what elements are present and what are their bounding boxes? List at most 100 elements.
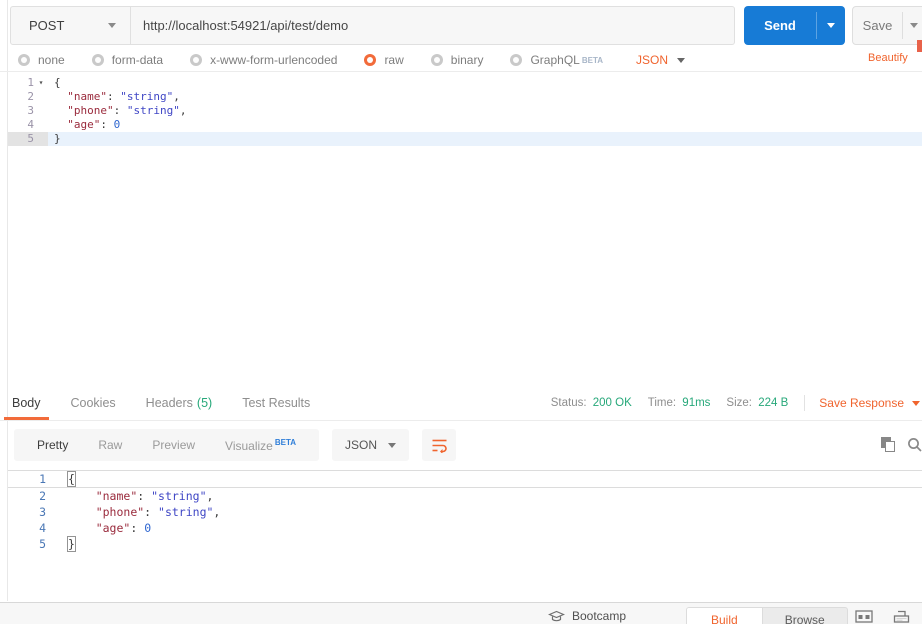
line-gutter: 4 bbox=[8, 520, 46, 536]
view-visualize[interactable]: Visualize BETA bbox=[210, 438, 311, 453]
save-label: Save bbox=[862, 18, 893, 33]
fold-toggle-icon[interactable]: ▾ bbox=[34, 76, 48, 90]
code-line-5[interactable]: 5} bbox=[8, 132, 922, 146]
code-line-5[interactable]: 5} bbox=[8, 536, 922, 552]
bootcamp-button[interactable]: Bootcamp bbox=[548, 609, 626, 623]
line-gutter: 2 bbox=[8, 488, 46, 504]
line-number: 2 bbox=[27, 90, 34, 103]
raw-language-select[interactable]: JSON bbox=[636, 53, 686, 67]
body-type-row: none form-data x-www-form-urlencoded raw… bbox=[18, 49, 686, 71]
body-type-form-data[interactable]: form-data bbox=[91, 53, 163, 67]
response-body-editor[interactable]: 1{2 "name": "string", 3 "phone": "string"… bbox=[8, 470, 922, 552]
beta-badge: BETA bbox=[274, 437, 297, 447]
tab-cookies[interactable]: Cookies bbox=[63, 386, 124, 420]
response-meta: Status: 200 OK Time: 91ms Size: 224 B Sa… bbox=[551, 386, 922, 420]
url-value: http://localhost:54921/api/test/demo bbox=[143, 18, 349, 33]
body-type-label: none bbox=[38, 53, 65, 67]
body-type-binary[interactable]: binary bbox=[430, 53, 484, 67]
beautify-link[interactable]: Beautify bbox=[868, 52, 908, 64]
code-text: { bbox=[67, 471, 76, 487]
view-raw[interactable]: Raw bbox=[83, 438, 137, 452]
body-type-x-www-form-urlencoded[interactable]: x-www-form-urlencoded bbox=[190, 53, 337, 67]
save-options-button[interactable] bbox=[903, 7, 922, 44]
save-response-label: Save Response bbox=[819, 396, 904, 410]
line-number: 1 bbox=[39, 472, 46, 486]
view-mode-segment: Pretty Raw Preview Visualize BETA bbox=[14, 429, 320, 461]
code-text: "name": "string", bbox=[95, 489, 214, 503]
tab-test-results[interactable]: Test Results bbox=[234, 386, 318, 420]
body-type-label: x-www-form-urlencoded bbox=[210, 53, 338, 67]
divider bbox=[0, 420, 922, 421]
radio-icon bbox=[91, 54, 104, 66]
tab-body[interactable]: Body bbox=[4, 386, 49, 420]
url-input[interactable]: http://localhost:54921/api/test/demo bbox=[131, 6, 735, 45]
code-line-2[interactable]: 2 "name": "string", bbox=[8, 488, 922, 504]
status-metric: Status: 200 OK bbox=[551, 397, 632, 409]
body-type-none[interactable]: none bbox=[18, 53, 65, 67]
divider bbox=[804, 395, 806, 411]
bootcamp-label: Bootcamp bbox=[572, 609, 627, 623]
wrap-text-button[interactable] bbox=[422, 429, 457, 461]
bottom-status-bar: Bootcamp Build Browse bbox=[0, 602, 922, 624]
send-options-button[interactable] bbox=[817, 6, 845, 45]
divider bbox=[0, 71, 922, 72]
size-metric: Size: 224 B bbox=[726, 397, 788, 409]
search-icon bbox=[908, 438, 922, 452]
build-tab[interactable]: Build bbox=[687, 608, 763, 624]
time-value: 91ms bbox=[682, 397, 711, 409]
console-button[interactable] bbox=[893, 610, 910, 624]
code-text: } bbox=[67, 536, 76, 552]
radio-icon bbox=[430, 54, 443, 66]
body-type-label: binary bbox=[450, 53, 484, 67]
line-number: 3 bbox=[27, 104, 34, 117]
line-gutter: 2 bbox=[8, 90, 48, 104]
size-label: Size: bbox=[726, 397, 752, 409]
body-type-raw[interactable]: raw bbox=[364, 53, 404, 67]
body-type-label: GraphQL bbox=[530, 53, 580, 67]
tab-headers[interactable]: Headers (5) bbox=[138, 386, 221, 420]
save-button[interactable]: Save bbox=[852, 6, 922, 45]
view-pretty[interactable]: Pretty bbox=[22, 438, 83, 452]
chevron-down-icon bbox=[388, 442, 397, 448]
save-response-button[interactable]: Save Response bbox=[819, 396, 920, 410]
browse-tab[interactable]: Browse bbox=[763, 608, 847, 624]
view-preview[interactable]: Preview bbox=[137, 438, 210, 452]
code-line-3[interactable]: 3 "phone": "string", bbox=[8, 104, 922, 118]
body-type-graphql[interactable]: GraphQL BETA bbox=[510, 53, 603, 67]
code-line-2[interactable]: 2 "name": "string", bbox=[8, 90, 922, 104]
code-line-1[interactable]: 1{ bbox=[8, 470, 922, 488]
headers-count-badge: (5) bbox=[196, 396, 213, 410]
radio-selected-icon bbox=[364, 54, 377, 66]
response-language-select[interactable]: JSON bbox=[332, 429, 410, 461]
line-number: 1 bbox=[27, 76, 34, 89]
copy-response-button[interactable] bbox=[881, 437, 897, 453]
request-body-editor[interactable]: 1 ▾{2 "name": "string", 3 "phone": "string… bbox=[8, 76, 922, 146]
copy-icon bbox=[885, 441, 895, 452]
code-text: "name": "string", bbox=[67, 90, 180, 103]
method-select[interactable]: POST bbox=[10, 6, 131, 45]
time-metric: Time: 91ms bbox=[648, 397, 711, 409]
tab-label: Cookies bbox=[70, 396, 116, 410]
build-browse-toggle: Build Browse bbox=[686, 607, 848, 624]
code-line-4[interactable]: 4 "age": 0 bbox=[8, 520, 922, 536]
line-gutter: 1 bbox=[8, 471, 46, 487]
line-number: 4 bbox=[39, 521, 46, 535]
search-response-button[interactable] bbox=[907, 437, 922, 453]
line-number: 5 bbox=[27, 132, 34, 145]
chevron-down-icon bbox=[108, 23, 116, 28]
code-text: "age": 0 bbox=[95, 521, 152, 535]
code-line-1[interactable]: 1 ▾ { bbox=[8, 76, 922, 90]
chevron-down-icon bbox=[912, 400, 920, 406]
radio-icon bbox=[190, 54, 203, 66]
two-pane-view-button[interactable] bbox=[855, 610, 873, 624]
code-line-3[interactable]: 3 "phone": "string", bbox=[8, 504, 922, 520]
line-gutter: 5 bbox=[8, 132, 48, 146]
code-line-4[interactable]: 4 "age": 0 bbox=[8, 118, 922, 132]
send-button[interactable]: Send bbox=[744, 6, 845, 45]
line-number: 5 bbox=[39, 537, 46, 551]
tab-label: Body bbox=[12, 396, 41, 410]
radio-icon bbox=[18, 54, 30, 66]
